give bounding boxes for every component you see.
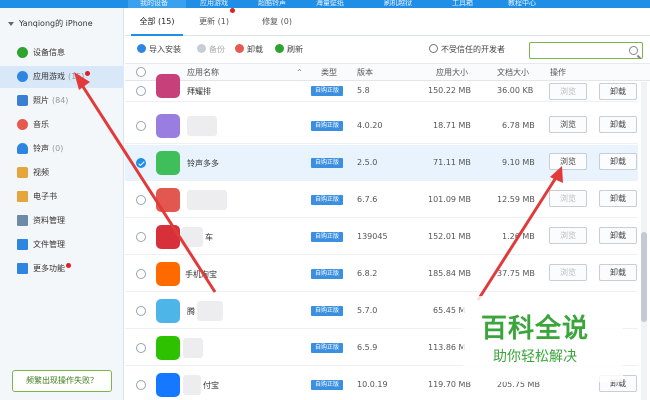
red-arrow-to-apps	[78, 81, 217, 293]
watermark-subtitle: 助你轻松解决	[493, 349, 577, 365]
app-window: 我的设备 应用游戏 超酷铃声 海量壁纸 刷机越狱 工具箱 教程中心 Yanqio…	[0, 0, 650, 400]
red-arrow-to-browse	[476, 175, 559, 301]
arrow-head	[74, 72, 90, 90]
watermark-title: 百科全说	[481, 314, 590, 344]
arrow-head	[550, 166, 563, 183]
watermark: 百科全说 助你轻松解决	[463, 296, 623, 382]
